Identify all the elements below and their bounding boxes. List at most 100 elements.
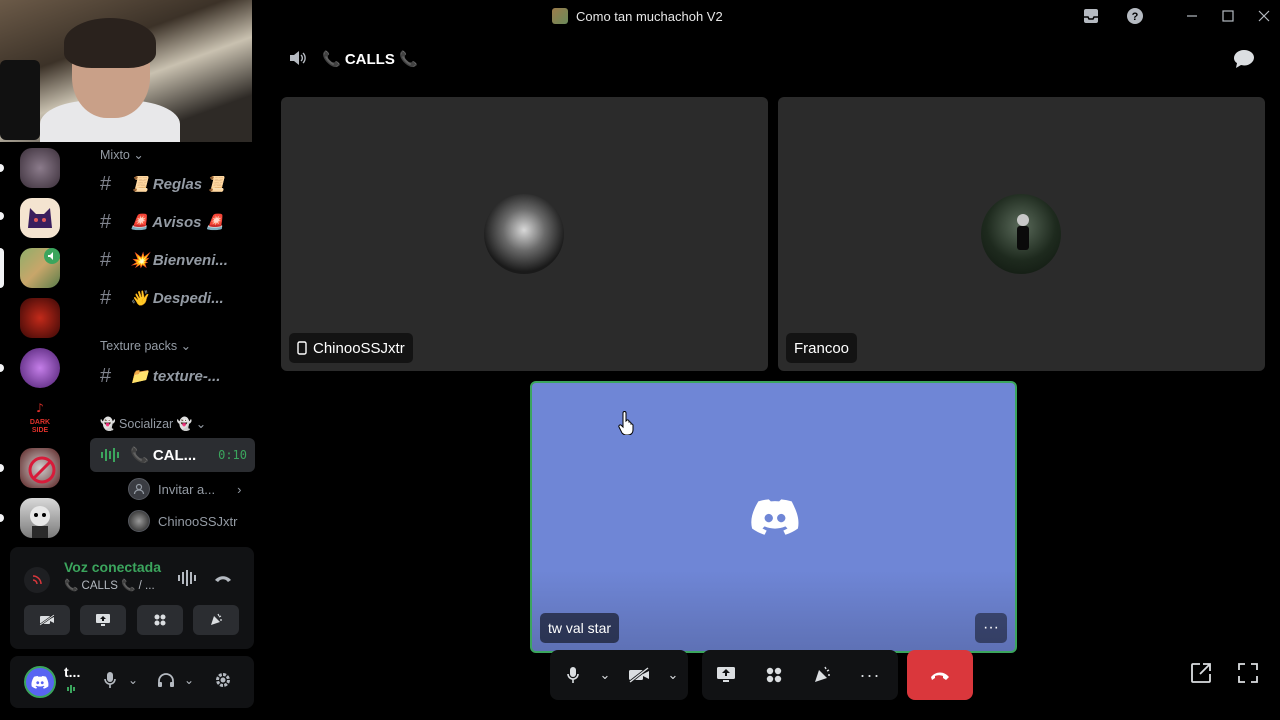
- activities-button[interactable]: [137, 605, 183, 635]
- server-unread-pill: [0, 164, 4, 172]
- channel-reglas[interactable]: # 📜 Reglas 📜: [100, 168, 258, 200]
- disconnect-icon[interactable]: [210, 565, 236, 591]
- participant-name: Francoo: [794, 339, 850, 357]
- leave-call-button[interactable]: [907, 650, 973, 700]
- server-unread-pill: [0, 514, 4, 522]
- speaking-indicator-icon: [66, 684, 76, 694]
- voice-timer: 0:10: [218, 448, 247, 462]
- chevron-down-icon[interactable]: ⌄: [182, 672, 196, 688]
- more-options-button[interactable]: ···: [846, 650, 894, 700]
- chevron-right-icon: ›: [237, 481, 242, 497]
- inbox-icon[interactable]: [1081, 6, 1101, 26]
- webcam-overlay: [0, 0, 252, 142]
- share-screen-button[interactable]: [702, 650, 750, 700]
- discord-logo-icon: [749, 496, 801, 536]
- category-label: Mixto: [100, 148, 130, 162]
- webcam-person-hair: [64, 18, 156, 68]
- server-unread-pill: [0, 464, 4, 472]
- hashtag-icon: #: [100, 248, 112, 271]
- channel-label: 📜 Reglas 📜: [130, 176, 225, 193]
- server-icon-8[interactable]: [20, 498, 60, 538]
- chevron-down-icon[interactable]: ⌄: [664, 650, 682, 700]
- voice-channel-calls[interactable]: 📞 CAL... 0:10: [90, 438, 255, 472]
- server-icon-4[interactable]: [20, 298, 60, 338]
- category-label: Texture packs: [100, 339, 178, 353]
- username[interactable]: t...: [64, 664, 80, 680]
- soundboard-button[interactable]: [798, 650, 846, 700]
- activities-button[interactable]: [750, 650, 798, 700]
- participant-tile-chinoo[interactable]: ChinooSSJxtr: [281, 97, 768, 371]
- microphone-prop: [0, 60, 40, 140]
- camera-off-button[interactable]: [24, 605, 70, 635]
- participant-tile-tw-val-star[interactable]: tw val star ···: [530, 381, 1017, 653]
- more-options-button[interactable]: ···: [975, 613, 1007, 643]
- minimize-icon[interactable]: [1182, 6, 1202, 26]
- svg-text:DARK: DARK: [30, 419, 50, 426]
- voice-status: Voz conectada: [64, 559, 161, 575]
- participant-nametag: tw val star: [540, 613, 620, 643]
- chevron-down-icon[interactable]: ⌄: [596, 650, 614, 700]
- hang-up-icon: [931, 672, 949, 680]
- svg-text:♪: ♪: [36, 401, 44, 415]
- share-screen-button[interactable]: [80, 605, 126, 635]
- channel-label: 👋 Despedi...: [130, 290, 224, 307]
- hand-cursor-icon: [618, 411, 634, 435]
- invite-label: Invitar a...: [158, 481, 216, 497]
- channel-texture[interactable]: # 📁 texture-...: [100, 360, 258, 392]
- close-icon[interactable]: [1254, 6, 1274, 26]
- noise-suppression-icon[interactable]: [174, 565, 200, 591]
- add-user-icon: [128, 478, 150, 500]
- user-avatar[interactable]: [24, 666, 56, 698]
- channel-despedidas[interactable]: # 👋 Despedi...: [100, 282, 258, 314]
- camera-off-button[interactable]: [614, 650, 664, 700]
- chevron-down-icon[interactable]: ⌄: [126, 672, 140, 688]
- voice-channel-link[interactable]: 📞 CALLS 📞 / ...: [64, 578, 164, 592]
- member-name: ChinooSSJxtr: [158, 513, 238, 529]
- voice-member[interactable]: ChinooSSJxtr: [128, 510, 237, 532]
- category-mixto[interactable]: Mixto ⌄: [100, 147, 144, 162]
- server-unread-pill: [0, 364, 4, 372]
- activity-controls: ···: [702, 650, 898, 700]
- category-socializar[interactable]: 👻 Socializar 👻 ⌄: [100, 416, 206, 432]
- category-texture-packs[interactable]: Texture packs ⌄: [100, 338, 191, 353]
- channel-label: 💥 Bienveni...: [130, 252, 228, 269]
- channel-list: Mixto ⌄ # 📜 Reglas 📜 # 🚨 Avisos 🚨 # 💥 Bi…: [80, 142, 262, 542]
- participant-name: tw val star: [548, 620, 612, 636]
- connection-icon: [24, 567, 50, 593]
- settings-gear-icon[interactable]: [212, 668, 234, 692]
- channel-avisos[interactable]: # 🚨 Avisos 🚨: [100, 206, 258, 238]
- microphone-icon[interactable]: [100, 668, 120, 692]
- category-label: 👻 Socializar 👻: [100, 417, 193, 431]
- maximize-icon[interactable]: [1218, 6, 1238, 26]
- pop-out-icon[interactable]: [1188, 660, 1214, 686]
- channel-bienvenidas[interactable]: # 💥 Bienveni...: [100, 244, 258, 276]
- fullscreen-icon[interactable]: [1235, 660, 1261, 686]
- svg-text:SIDE: SIDE: [32, 427, 49, 434]
- hashtag-icon: #: [100, 364, 112, 387]
- help-icon[interactable]: ?: [1125, 6, 1145, 26]
- svg-text:?: ?: [1132, 11, 1139, 23]
- voice-connected-panel: Voz conectada 📞 CALLS 📞 / ...: [10, 547, 254, 649]
- user-panel: t... ⌄ ⌄: [10, 656, 254, 708]
- invite-item[interactable]: Invitar a... ›: [128, 478, 241, 500]
- channel-label: 📁 texture-...: [130, 368, 221, 385]
- soundboard-button[interactable]: [193, 605, 239, 635]
- hashtag-icon: #: [100, 286, 112, 309]
- chat-icon[interactable]: [1232, 48, 1256, 70]
- chevron-down-icon: ⌄: [180, 339, 192, 353]
- server-icon-2[interactable]: [20, 198, 60, 238]
- server-icon-dark-side[interactable]: ♪ DARK SIDE: [20, 398, 60, 438]
- participant-nametag: Francoo: [786, 333, 858, 363]
- participant-name: ChinooSSJxtr: [313, 339, 405, 357]
- server-icon-7[interactable]: [20, 448, 60, 488]
- participant-tile-francoo[interactable]: Francoo: [778, 97, 1265, 371]
- microphone-button[interactable]: [550, 650, 596, 700]
- server-icon: [552, 8, 568, 24]
- chevron-down-icon: ⌄: [195, 417, 207, 431]
- mobile-icon: [297, 341, 307, 355]
- voice-channel-label: 📞 CAL...: [130, 447, 197, 464]
- server-icon-5[interactable]: [20, 348, 60, 388]
- server-icon-1[interactable]: [20, 148, 60, 188]
- headphones-icon[interactable]: [156, 668, 176, 692]
- voice-stage: 📞 CALLS 📞 ChinooSSJxtr Francoo tw val st…: [264, 32, 1280, 720]
